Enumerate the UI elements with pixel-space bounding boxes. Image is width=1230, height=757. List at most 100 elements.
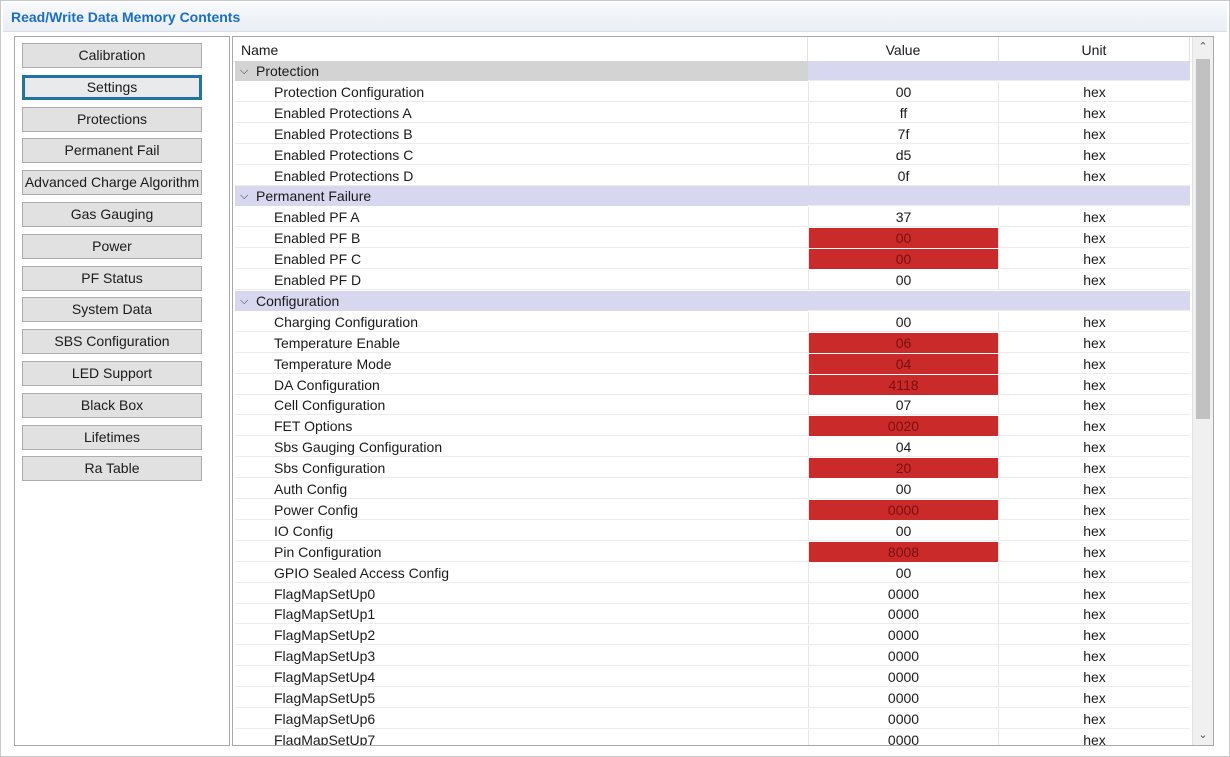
parameter-value[interactable]: 0000 <box>808 729 999 745</box>
parameter-value[interactable]: 20 <box>808 458 999 479</box>
column-header-name[interactable]: Name <box>233 37 808 61</box>
group-row[interactable]: Configuration ⌵ <box>235 290 1190 311</box>
group-label: Configuration <box>235 290 808 311</box>
parameter-value[interactable]: 0020 <box>808 416 999 437</box>
sidebar-item-advanced-charge-algorithm[interactable]: Advanced Charge Algorithm <box>22 170 202 196</box>
table-row[interactable]: Temperature Enable 06 hex <box>235 332 1190 353</box>
parameter-name: Enabled PF C <box>274 251 362 268</box>
table-row[interactable]: Enabled Protections D 0f hex <box>235 165 1190 186</box>
chevron-down-icon[interactable]: ⌵ <box>240 61 248 81</box>
sidebar-item-black-box[interactable]: Black Box <box>22 392 202 418</box>
table-row[interactable]: Enabled Protections B 7f hex <box>235 123 1190 144</box>
chevron-up-icon[interactable]: ⌃ <box>1193 37 1213 57</box>
table-row[interactable]: FlagMapSetUp6 0000 hex <box>235 708 1190 729</box>
parameter-value[interactable]: 0000 <box>808 583 999 604</box>
parameter-value[interactable]: 0000 <box>808 708 999 729</box>
chevron-down-icon[interactable]: ⌵ <box>240 186 248 206</box>
parameter-value[interactable]: 00 <box>808 249 999 270</box>
sidebar-item-sbs-configuration[interactable]: SBS Configuration <box>22 329 202 355</box>
table-row[interactable]: FlagMapSetUp7 0000 hex <box>235 729 1190 746</box>
group-row[interactable]: Protection ⌵ <box>235 61 1190 81</box>
parameter-unit: hex <box>1083 564 1106 581</box>
sidebar-item-lifetimes[interactable]: Lifetimes <box>22 424 202 450</box>
sidebar-item-settings[interactable]: Settings <box>22 74 202 100</box>
parameter-value[interactable]: 37 <box>808 207 999 228</box>
parameter-name: Enabled PF D <box>274 272 362 288</box>
sidebar-item-protections[interactable]: Protections <box>22 106 202 132</box>
parameter-value[interactable]: 04 <box>808 353 999 374</box>
chevron-down-icon[interactable]: ⌵ <box>240 291 248 311</box>
table-row[interactable]: Power Config 0000 hex <box>235 499 1190 520</box>
parameter-value[interactable]: 04 <box>808 437 999 458</box>
table-row[interactable]: FlagMapSetUp3 0000 hex <box>235 646 1190 667</box>
parameter-value[interactable]: 4118 <box>808 374 999 395</box>
table-row[interactable]: FlagMapSetUp1 0000 hex <box>235 604 1190 625</box>
group-row[interactable]: Permanent Failure ⌵ <box>235 186 1190 207</box>
table-row[interactable]: Enabled PF B 00 hex <box>235 228 1190 249</box>
parameter-value[interactable]: 0000 <box>808 688 999 708</box>
table-row[interactable]: Auth Config 00 hex <box>235 479 1190 499</box>
sidebar-item-ra-table[interactable]: Ra Table <box>22 456 202 482</box>
table-row[interactable]: Enabled Protections A ff hex <box>235 102 1190 123</box>
column-header-value[interactable]: Value <box>808 37 999 61</box>
sidebar-item-system-data[interactable]: System Data <box>22 297 202 323</box>
table-row[interactable]: FlagMapSetUp2 0000 hex <box>235 625 1190 646</box>
chevron-down-icon[interactable]: ⌄ <box>1193 725 1213 745</box>
parameter-unit: hex <box>1083 313 1106 330</box>
table-row[interactable]: FlagMapSetUp0 0000 hex <box>235 583 1190 604</box>
table-row[interactable]: Protection Configuration 00 hex <box>235 81 1190 102</box>
table-row[interactable]: FET Options 0020 hex <box>235 416 1190 437</box>
parameter-unit: hex <box>1083 669 1106 686</box>
parameter-name: Enabled Protections A <box>274 104 412 121</box>
parameter-value[interactable]: d5 <box>808 144 999 165</box>
sidebar-item-gas-gauging[interactable]: Gas Gauging <box>22 202 202 227</box>
table-row[interactable]: Pin Configuration 8008 hex <box>235 541 1190 562</box>
sidebar-item-led-support[interactable]: LED Support <box>22 361 202 386</box>
table-row[interactable]: Enabled PF C 00 hex <box>235 249 1190 270</box>
table-row[interactable]: Enabled PF A 37 hex <box>235 207 1190 228</box>
table-row[interactable]: Sbs Gauging Configuration 04 hex <box>235 437 1190 458</box>
parameter-value[interactable]: 00 <box>808 562 999 583</box>
sidebar-item-calibration[interactable]: Calibration <box>22 43 202 68</box>
parameter-value[interactable]: 0000 <box>808 646 999 667</box>
parameter-name: DA Configuration <box>274 376 380 393</box>
scrollbar-thumb[interactable] <box>1196 59 1210 419</box>
parameter-value[interactable]: 00 <box>808 311 999 332</box>
sidebar-item-power[interactable]: Power <box>22 233 202 259</box>
parameter-value[interactable]: 0f <box>808 165 999 186</box>
column-header-unit[interactable]: Unit <box>999 37 1190 61</box>
table-row[interactable]: Temperature Mode 04 hex <box>235 353 1190 374</box>
vertical-scrollbar[interactable]: ⌃ ⌄ <box>1192 37 1213 745</box>
parameter-value[interactable]: 07 <box>808 395 999 416</box>
parameter-value[interactable]: 00 <box>808 479 999 499</box>
sidebar-item-pf-status[interactable]: PF Status <box>22 265 202 291</box>
sidebar-item-permanent-fail[interactable]: Permanent Fail <box>22 138 202 164</box>
parameter-value[interactable]: 0000 <box>808 667 999 688</box>
table-row[interactable]: Sbs Configuration 20 hex <box>235 458 1190 479</box>
parameter-name: Sbs Gauging Configuration <box>274 439 443 456</box>
parameter-value[interactable]: 06 <box>808 332 999 353</box>
table-row[interactable]: Enabled Protections C d5 hex <box>235 144 1190 165</box>
table-row[interactable]: FlagMapSetUp4 0000 hex <box>235 667 1190 688</box>
parameter-name: Sbs Configuration <box>274 460 386 477</box>
parameter-value[interactable]: ff <box>808 102 999 123</box>
table-row[interactable]: Charging Configuration 00 hex <box>235 311 1190 332</box>
parameter-value[interactable]: 7f <box>808 123 999 144</box>
parameter-value[interactable]: 00 <box>808 81 999 102</box>
parameter-value[interactable]: 0000 <box>808 625 999 646</box>
parameter-value[interactable]: 00 <box>808 270 999 290</box>
parameter-value[interactable]: 00 <box>808 520 999 541</box>
table-row[interactable]: Cell Configuration 07 hex <box>235 395 1190 416</box>
table-row[interactable]: FlagMapSetUp5 0000 hex <box>235 688 1190 708</box>
group-label: Permanent Failure <box>235 186 808 207</box>
table-row[interactable]: IO Config 00 hex <box>235 520 1190 541</box>
parameter-unit: hex <box>1083 501 1106 518</box>
parameter-value[interactable]: 8008 <box>808 541 999 562</box>
parameter-value[interactable]: 0000 <box>808 499 999 520</box>
table-row[interactable]: Enabled PF D 00 hex <box>235 270 1190 290</box>
parameter-name: FlagMapSetUp7 <box>274 731 376 746</box>
parameter-value[interactable]: 00 <box>808 228 999 249</box>
parameter-value[interactable]: 0000 <box>808 604 999 625</box>
table-row[interactable]: DA Configuration 4118 hex <box>235 374 1190 395</box>
table-row[interactable]: GPIO Sealed Access Config 00 hex <box>235 562 1190 583</box>
